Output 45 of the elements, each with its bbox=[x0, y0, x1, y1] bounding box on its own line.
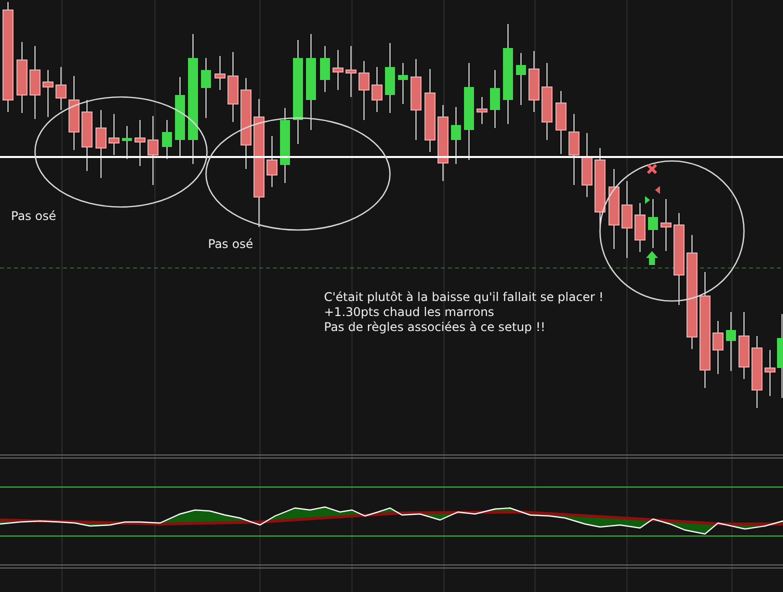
candlestick bbox=[228, 52, 238, 122]
candlestick bbox=[712, 320, 724, 374]
candlestick bbox=[556, 90, 566, 154]
candlestick bbox=[568, 114, 580, 186]
candlestick bbox=[266, 136, 278, 188]
candlestick bbox=[398, 62, 408, 104]
candlestick bbox=[320, 46, 330, 92]
left-triangle-icon bbox=[655, 186, 660, 194]
candlestick bbox=[372, 66, 382, 112]
candlestick bbox=[660, 198, 672, 252]
candlestick bbox=[201, 58, 211, 118]
candlestick bbox=[42, 70, 54, 118]
cross-icon bbox=[646, 164, 658, 174]
candlestick bbox=[108, 114, 120, 156]
chart-label: Pas osé bbox=[11, 209, 56, 223]
candlestick bbox=[476, 96, 488, 124]
up-arrow-icon bbox=[646, 251, 658, 265]
chart-label: Pas osé bbox=[208, 237, 254, 251]
candlestick bbox=[582, 132, 592, 198]
annotation-text: +1.30pts chaud les marrons bbox=[324, 305, 496, 320]
candlestick bbox=[490, 70, 500, 128]
candlestick bbox=[385, 42, 395, 114]
candlestick bbox=[528, 50, 540, 112]
annotation-text: Pas de règles associées à ce setup !! bbox=[324, 320, 546, 335]
candlestick bbox=[134, 120, 146, 166]
annotation-text: C'était plutôt à la baisse qu'il fallait se placer ! bbox=[324, 290, 604, 305]
candlestick bbox=[451, 106, 461, 164]
candlestick bbox=[56, 66, 66, 110]
candlestick bbox=[764, 350, 776, 396]
candlestick bbox=[214, 56, 226, 90]
candlestick bbox=[148, 116, 158, 186]
candlestick bbox=[346, 46, 356, 98]
candlestick bbox=[726, 312, 736, 372]
candlestick bbox=[738, 312, 750, 380]
candlestick bbox=[82, 100, 92, 172]
candlestick bbox=[122, 126, 132, 160]
candlestick bbox=[648, 198, 658, 248]
candlestick bbox=[634, 202, 646, 252]
candlestick bbox=[332, 50, 344, 90]
candlestick bbox=[96, 110, 106, 178]
candlestick bbox=[516, 52, 526, 106]
right-triangle-icon bbox=[645, 196, 650, 204]
candlestick bbox=[162, 120, 172, 160]
candlestick bbox=[16, 42, 28, 114]
candlestick bbox=[358, 60, 370, 120]
